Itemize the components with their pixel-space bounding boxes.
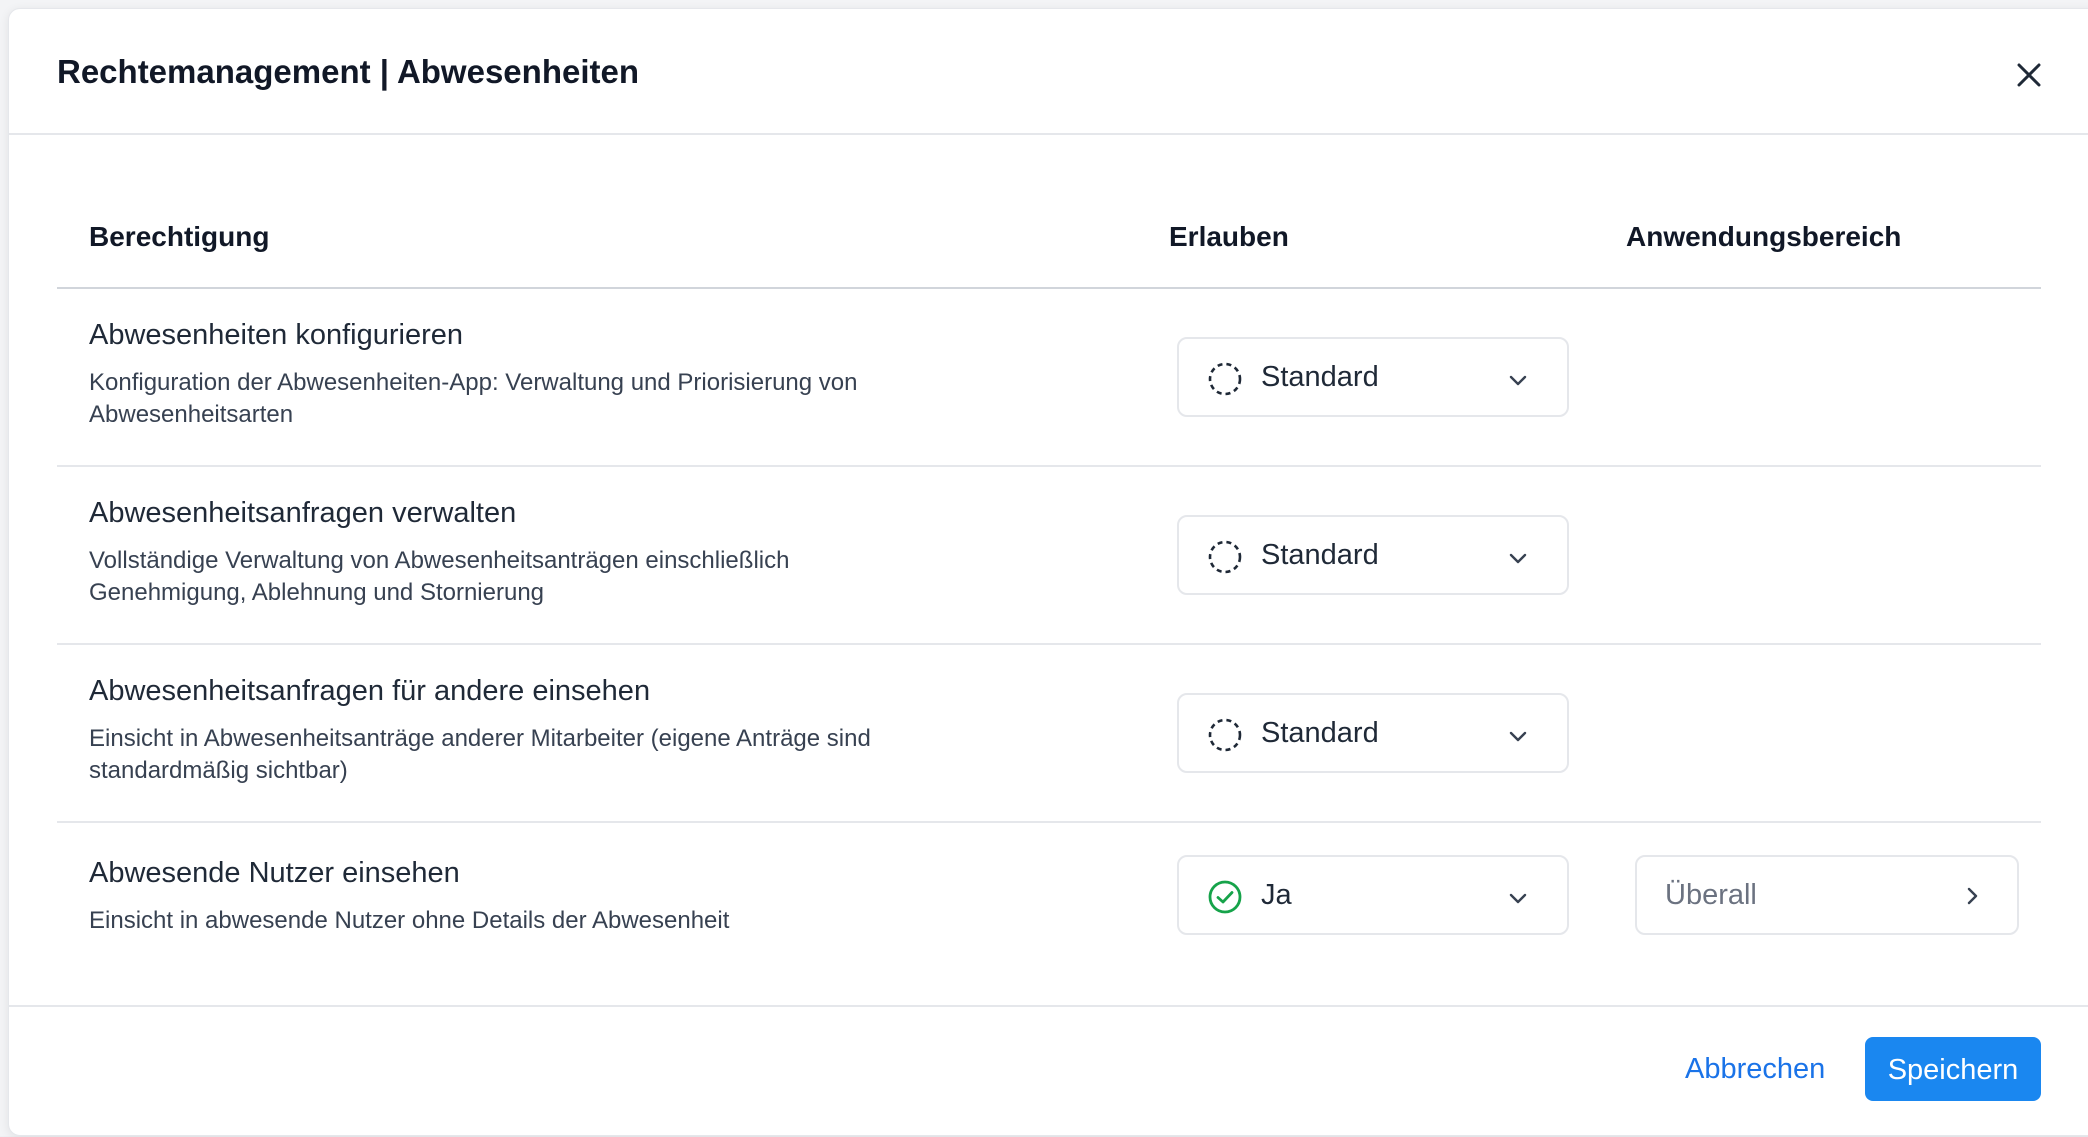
- modal-header: Rechtemanagement | Abwesenheiten: [9, 9, 2088, 135]
- column-header-allow: Erlauben: [1169, 221, 1289, 252]
- scope-select-value: Überall: [1665, 879, 1757, 911]
- allow-select[interactable]: Ja: [1177, 855, 1569, 935]
- table-row: Abwesenheiten konfigurieren Konfiguratio…: [57, 289, 2041, 467]
- chevron-down-icon: [1509, 375, 1527, 386]
- chevron-down-icon: [1509, 553, 1527, 564]
- permission-description: Einsicht in Abwesenheitsanträge anderer …: [89, 725, 871, 784]
- permissions-table: Berechtigung Erlauben Anwendungsbereich …: [57, 135, 2041, 1005]
- table-row: Abwesenheitsanfragen verwalten Vollständ…: [57, 467, 2041, 645]
- scope-select[interactable]: Überall: [1635, 855, 2019, 935]
- permission-title: Abwesenheiten konfigurieren: [89, 319, 464, 351]
- table-header: Berechtigung Erlauben Anwendungsbereich: [57, 135, 2041, 289]
- chevron-down-icon: [1509, 893, 1527, 904]
- allow-select[interactable]: Standard: [1177, 337, 1569, 417]
- permission-title: Abwesenheitsanfragen für andere einsehen: [89, 675, 651, 707]
- permission-description: Einsicht in abwesende Nutzer ohne Detail…: [89, 907, 730, 934]
- permission-title: Abwesende Nutzer einsehen: [89, 857, 460, 889]
- table-row: Abwesende Nutzer einsehen Einsicht in ab…: [57, 823, 2041, 1005]
- chevron-down-icon: [1509, 731, 1527, 742]
- permissions-modal: Rechtemanagement | Abwesenheiten Berecht…: [8, 8, 2088, 1136]
- dashed-circle-icon: [1208, 718, 1242, 752]
- permission-title: Abwesenheitsanfragen verwalten: [89, 497, 517, 529]
- close-button[interactable]: [2009, 55, 2049, 95]
- permission-description: Konfiguration der Abwesenheiten-App: Ver…: [89, 369, 858, 428]
- allow-select-value: Ja: [1261, 879, 1292, 911]
- modal-title: Rechtemanagement | Abwesenheiten: [57, 53, 639, 90]
- permission-description: Vollständige Verwaltung von Abwesenheits…: [89, 547, 790, 606]
- chevron-right-icon: [1967, 887, 1978, 905]
- allow-select-value: Standard: [1261, 361, 1379, 393]
- allow-select-value: Standard: [1261, 717, 1379, 749]
- table-row: Abwesenheitsanfragen für andere einsehen…: [57, 645, 2041, 823]
- column-header-permission: Berechtigung: [89, 221, 270, 252]
- allow-select-value: Standard: [1261, 539, 1379, 571]
- save-button[interactable]: Speichern: [1865, 1037, 2041, 1101]
- cancel-button[interactable]: Abbrechen: [1671, 1037, 1839, 1101]
- allow-select[interactable]: Standard: [1177, 693, 1569, 773]
- dashed-circle-icon: [1208, 540, 1242, 574]
- column-header-scope: Anwendungsbereich: [1626, 221, 1902, 252]
- allow-select[interactable]: Standard: [1177, 515, 1569, 595]
- modal-footer: Abbrechen Speichern: [9, 1005, 2088, 1137]
- check-circle-icon: [1208, 880, 1242, 914]
- close-icon: [2017, 63, 2041, 87]
- dashed-circle-icon: [1208, 362, 1242, 396]
